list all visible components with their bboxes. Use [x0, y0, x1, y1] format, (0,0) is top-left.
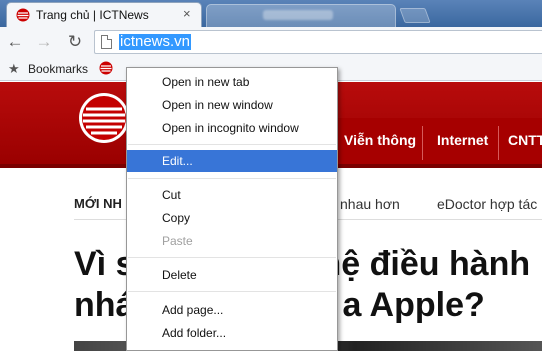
menu-add-page[interactable]: Add page...: [127, 299, 337, 321]
ictnews-logo-icon[interactable]: [78, 92, 130, 144]
site-nav: Viễn thông Internet CNTT: [336, 118, 542, 164]
menu-divider: [128, 144, 336, 145]
reload-button[interactable]: ↻: [64, 31, 86, 53]
nav-separator: [422, 126, 423, 160]
ticker-item[interactable]: eDoctor hợp tác: [437, 196, 537, 212]
tab-title: Trang chủ | ICTNews: [36, 8, 149, 22]
nav-vien-thong[interactable]: Viễn thông: [344, 132, 416, 148]
menu-open-incognito[interactable]: Open in incognito window: [127, 117, 337, 139]
menu-delete[interactable]: Delete: [127, 264, 337, 286]
headline-fragment: hệ điều hành: [320, 245, 531, 283]
ictnews-bookmark-icon[interactable]: [99, 61, 113, 75]
back-button[interactable]: ←: [4, 31, 26, 53]
ticker-label: MỚI NH: [74, 196, 122, 211]
menu-divider: [128, 178, 336, 179]
menu-edit[interactable]: Edit...: [127, 150, 337, 172]
headline-fragment: a Apple?: [342, 286, 485, 324]
address-bar[interactable]: ictnews.vn: [94, 30, 542, 54]
new-tab-button[interactable]: [399, 8, 431, 23]
bookmarks-folder[interactable]: Bookmarks: [28, 62, 88, 76]
menu-open-new-tab[interactable]: Open in new tab: [127, 71, 337, 93]
tab-close-icon[interactable]: ×: [183, 6, 191, 21]
nav-cntt[interactable]: CNTT: [508, 132, 542, 148]
nav-internet[interactable]: Internet: [437, 132, 488, 148]
menu-cut[interactable]: Cut: [127, 184, 337, 206]
menu-copy[interactable]: Copy: [127, 207, 337, 229]
nav-separator: [498, 126, 499, 160]
ictnews-favicon-icon: [16, 8, 30, 22]
star-icon: ★: [8, 61, 20, 76]
tab-strip: Trang chủ | ICTNews ×: [0, 0, 542, 27]
menu-divider: [128, 257, 336, 258]
url-text-selected[interactable]: ictnews.vn: [119, 34, 192, 50]
menu-divider: [128, 291, 336, 292]
forward-button[interactable]: →: [33, 31, 55, 53]
menu-paste: Paste: [162, 234, 193, 248]
tab-background[interactable]: [206, 4, 396, 27]
menu-add-folder[interactable]: Add folder...: [127, 322, 337, 344]
bookmark-context-menu: Open in new tab Open in new window Open …: [126, 67, 338, 351]
ticker-item[interactable]: nhau hơn: [340, 196, 400, 212]
toolbar: ← → ↻ ictnews.vn: [0, 27, 542, 57]
tab-title-blurred: [263, 10, 333, 20]
menu-open-new-window[interactable]: Open in new window: [127, 94, 337, 116]
page-icon: [101, 35, 112, 49]
tab-ictnews[interactable]: Trang chủ | ICTNews ×: [6, 2, 202, 27]
